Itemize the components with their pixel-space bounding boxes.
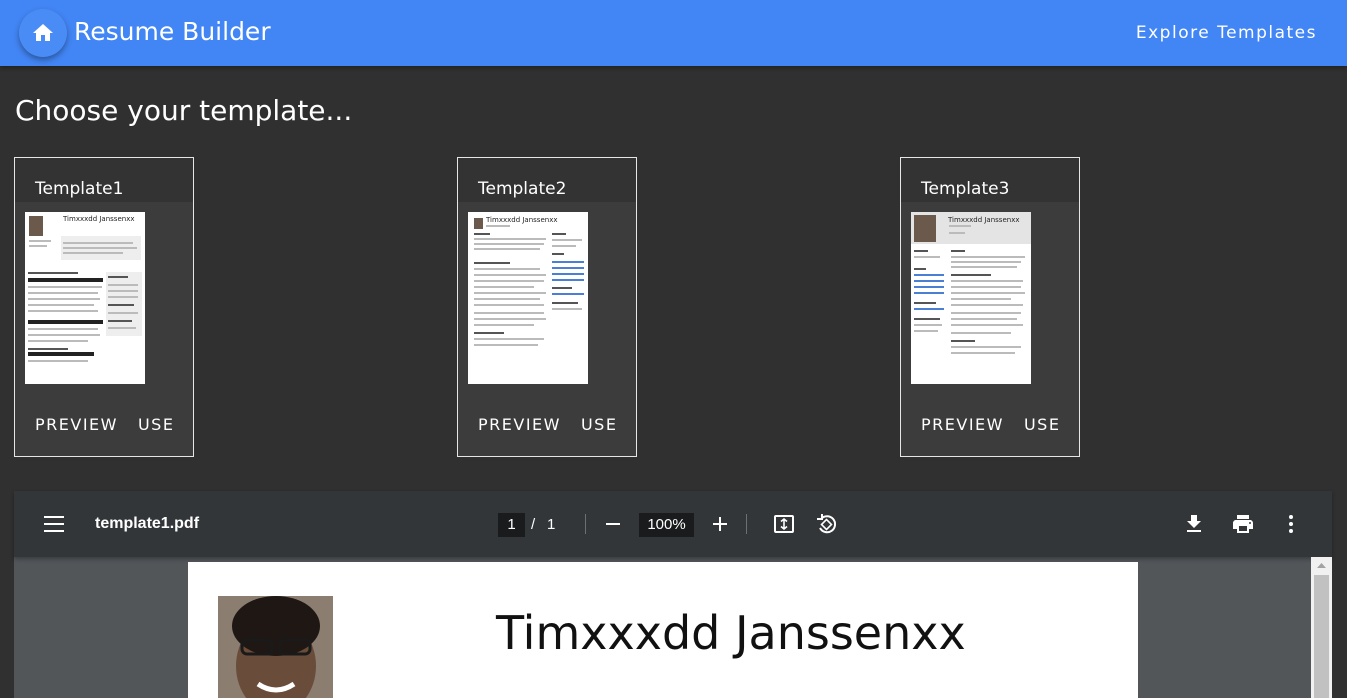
app-title: Resume Builder (74, 17, 271, 46)
template-card-2: Template2 Timxxxdd Janssenxx PREVIEW USE (457, 157, 637, 457)
scrollbar-thumb[interactable] (1314, 575, 1329, 698)
toolbar-divider (585, 514, 586, 534)
pdf-page: Timxxxdd Janssenxx (188, 562, 1138, 698)
pdf-filename: template1.pdf (95, 515, 200, 532)
use-button[interactable]: USE (1024, 415, 1060, 434)
home-button[interactable] (19, 9, 67, 57)
thumb-name: Timxxxdd Janssenxx (948, 216, 1020, 224)
template-thumbnail[interactable]: Timxxxdd Janssenxx (911, 212, 1031, 384)
profile-photo (218, 596, 333, 698)
page-heading: Choose your template... (15, 94, 353, 127)
template-card-title: Template2 (458, 158, 636, 202)
toolbar-divider (746, 514, 747, 534)
template-card-1: Template1 Timxxxdd Janssenxx PREVIEW USE (14, 157, 194, 457)
use-button[interactable]: USE (581, 415, 617, 434)
print-icon[interactable] (1231, 512, 1255, 536)
page-number-input[interactable]: 1 (498, 513, 525, 537)
template-thumbnail[interactable]: Timxxxdd Janssenxx (25, 212, 145, 384)
template-card-actions: PREVIEW USE (921, 415, 1060, 434)
thumb-name: Timxxxdd Janssenxx (63, 215, 135, 223)
template-thumbnail[interactable]: Timxxxdd Janssenxx (468, 212, 588, 384)
thumb-name: Timxxxdd Janssenxx (486, 216, 558, 224)
page-total: 1 (547, 516, 556, 533)
download-icon[interactable] (1182, 512, 1206, 536)
zoom-out-icon[interactable] (601, 512, 625, 536)
pdf-toolbar: template1.pdf 1 / 1 100% (14, 491, 1332, 557)
menu-icon[interactable] (44, 516, 64, 532)
template-card-actions: PREVIEW USE (35, 415, 174, 434)
explore-templates-link[interactable]: Explore Templates (1136, 23, 1317, 43)
zoom-in-icon[interactable] (708, 512, 732, 536)
zoom-level-input[interactable]: 100% (639, 513, 694, 537)
template-card-actions: PREVIEW USE (478, 415, 617, 434)
use-button[interactable]: USE (138, 415, 174, 434)
scroll-up-icon[interactable] (1311, 557, 1332, 574)
app-bar: Resume Builder Explore Templates (0, 0, 1347, 66)
more-vert-icon[interactable] (1279, 512, 1303, 536)
page-separator: / (531, 516, 536, 533)
resume-name: Timxxxdd Janssenxx (496, 606, 966, 660)
fit-page-icon[interactable] (772, 512, 796, 536)
rotate-icon[interactable] (814, 512, 838, 536)
preview-button[interactable]: PREVIEW (478, 415, 561, 434)
template-card-title: Template3 (901, 158, 1079, 202)
vertical-scrollbar[interactable] (1311, 557, 1332, 698)
pdf-viewer: template1.pdf 1 / 1 100% Timxxxdd Jansse… (14, 491, 1332, 698)
template-card-3: Template3 Timxxxdd Janssenxx PREVIEW USE (900, 157, 1080, 457)
preview-button[interactable]: PREVIEW (35, 415, 118, 434)
home-icon (33, 24, 53, 41)
template-card-title: Template1 (15, 158, 193, 202)
preview-button[interactable]: PREVIEW (921, 415, 1004, 434)
